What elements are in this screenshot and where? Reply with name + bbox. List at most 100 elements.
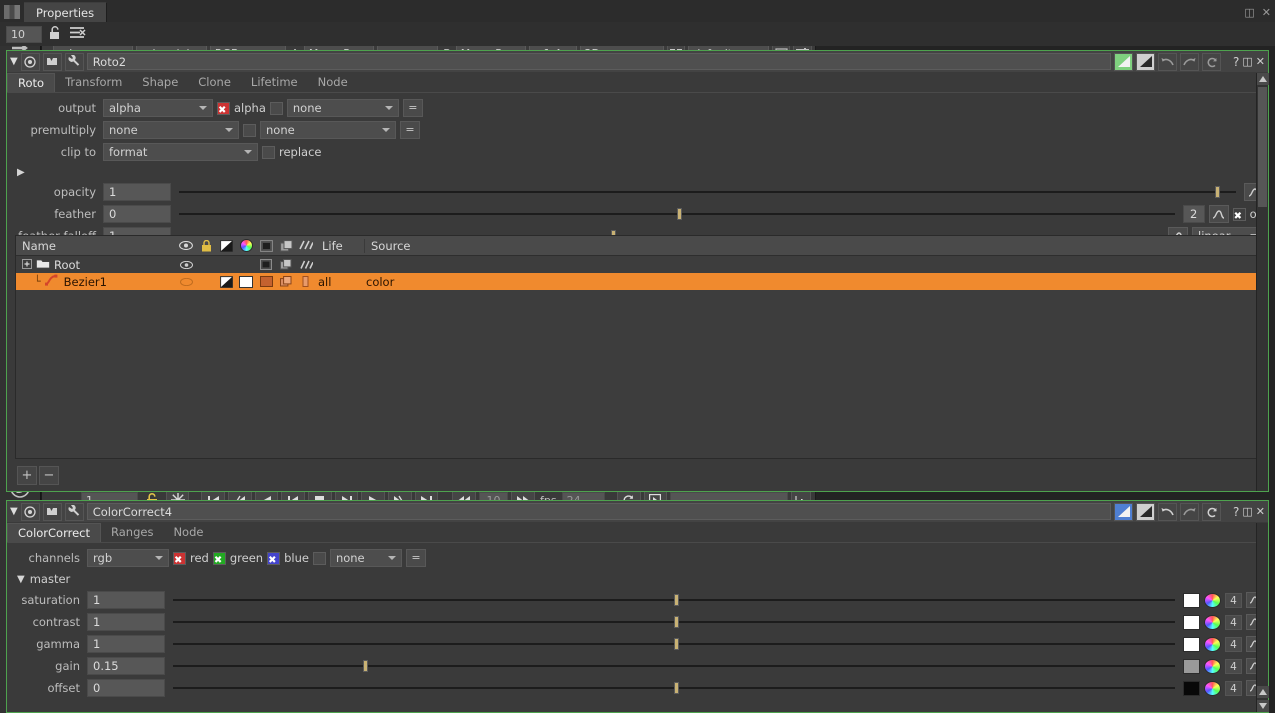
feather-slider[interactable] — [179, 207, 1175, 221]
premultiply-checkbox[interactable] — [243, 124, 256, 137]
tab-lifetime[interactable]: Lifetime — [241, 73, 308, 92]
tab-transform[interactable]: Transform — [55, 73, 132, 92]
undo-icon[interactable] — [1158, 53, 1177, 71]
expand-arrow-icon[interactable]: ▼ — [10, 56, 18, 67]
undo-icon[interactable] — [1158, 503, 1177, 521]
close-icon[interactable]: ✕ — [1262, 6, 1271, 19]
channels-selector[interactable]: rgb — [87, 549, 169, 567]
mask-icon[interactable] — [43, 503, 62, 521]
saturation-field[interactable]: 1 — [87, 591, 165, 609]
offset-slider[interactable] — [173, 681, 1175, 695]
tab-node[interactable]: Node — [308, 73, 358, 92]
mask-icon[interactable] — [43, 53, 62, 71]
blue-checkbox[interactable]: ✖ — [267, 552, 280, 565]
opacity-slider[interactable] — [179, 185, 1236, 199]
add-layer-button[interactable]: + — [17, 466, 37, 485]
output-alpha-checkbox[interactable]: ✖ — [217, 102, 230, 115]
output-expression-button[interactable]: = — [403, 99, 423, 117]
alpha-checkbox[interactable] — [313, 552, 326, 565]
gamma-color-wheel-icon[interactable] — [1204, 637, 1221, 652]
gamma-channel-count[interactable]: 4 — [1225, 637, 1242, 652]
opacity-field[interactable]: 1 — [103, 183, 171, 201]
offset-color-swatch[interactable] — [1183, 681, 1200, 696]
output-extra-checkbox[interactable] — [270, 102, 283, 115]
float-icon[interactable]: ◫ — [1242, 505, 1252, 518]
gain-color-swatch[interactable] — [1183, 659, 1200, 674]
contrast-channel-count[interactable]: 4 — [1225, 615, 1242, 630]
row-clone-icon[interactable] — [276, 259, 296, 270]
scroll-up-arrow-icon[interactable] — [1257, 686, 1269, 698]
tab-shape[interactable]: Shape — [132, 73, 188, 92]
clipto-selector[interactable]: format — [103, 143, 258, 161]
column-mask-icon[interactable] — [216, 240, 236, 252]
revert-icon[interactable] — [1202, 503, 1221, 521]
node-name-field[interactable]: ColorCorrect4 — [87, 503, 1111, 520]
saturation-slider[interactable] — [173, 593, 1175, 607]
column-color-wheel-icon[interactable] — [236, 239, 256, 252]
color-picker-icon[interactable] — [21, 53, 40, 71]
remove-layer-button[interactable]: − — [39, 466, 59, 485]
premultiply-selector[interactable]: none — [103, 121, 239, 139]
collapse-arrow-icon[interactable]: ▼ — [17, 574, 25, 585]
red-checkbox[interactable]: ✖ — [173, 552, 186, 565]
gamma-slider[interactable] — [173, 637, 1175, 651]
gain-field[interactable]: 0.15 — [87, 657, 165, 675]
tab-node[interactable]: Node — [163, 523, 213, 542]
feather-animation-button[interactable] — [1209, 205, 1229, 223]
column-motionblur-icon[interactable] — [296, 240, 316, 251]
node-name-field[interactable]: Roto2 — [87, 53, 1111, 70]
feather-on-checkbox[interactable]: ✖ — [1233, 208, 1246, 221]
contrast-field[interactable]: 1 — [87, 613, 165, 631]
offset-channel-count[interactable]: 4 — [1225, 681, 1242, 696]
gamma-field[interactable]: 1 — [87, 635, 165, 653]
float-icon[interactable]: ◫ — [1244, 6, 1254, 19]
gain-color-wheel-icon[interactable] — [1204, 659, 1221, 674]
row-blend-icon[interactable] — [256, 259, 276, 270]
expand-arrow-icon[interactable]: ▼ — [10, 506, 18, 517]
row-motionblur-icon[interactable] — [296, 276, 316, 287]
scroll-up-arrow-icon[interactable] — [1257, 73, 1269, 85]
redo-icon[interactable] — [1180, 53, 1199, 71]
column-blend-icon[interactable] — [256, 240, 276, 252]
row-motionblur-icon[interactable] — [296, 260, 316, 270]
saturation-color-wheel-icon[interactable] — [1204, 593, 1221, 608]
gain-channel-count[interactable]: 4 — [1225, 659, 1242, 674]
properties-scrollbar[interactable] — [1256, 73, 1268, 491]
feather-count-field[interactable]: 2 — [1183, 205, 1205, 223]
row-mask-icon[interactable] — [216, 276, 236, 288]
green-checkbox[interactable]: ✖ — [213, 552, 226, 565]
row-blend-swatch[interactable] — [256, 276, 276, 287]
channels-mask-selector[interactable]: none — [330, 549, 402, 567]
revert-icon[interactable] — [1202, 53, 1221, 71]
close-icon[interactable]: ✕ — [1256, 55, 1265, 68]
disable-icon[interactable] — [1136, 503, 1155, 521]
premultiply-expression-button[interactable]: = — [400, 121, 420, 139]
column-lock-icon[interactable] — [196, 240, 216, 252]
enable-icon[interactable] — [1114, 53, 1133, 71]
premultiply-mask-selector[interactable]: none — [260, 121, 396, 139]
tab-ranges[interactable]: Ranges — [101, 523, 163, 542]
colorcorrect-scrollbar[interactable] — [1256, 523, 1268, 712]
column-eye-icon[interactable] — [176, 241, 196, 250]
wrench-icon[interactable] — [65, 53, 84, 71]
disable-icon[interactable] — [1136, 53, 1155, 71]
tab-colorcorrect[interactable]: ColorCorrect — [7, 523, 101, 542]
redo-icon[interactable] — [1180, 503, 1199, 521]
table-row-root[interactable]: Root — [16, 256, 1259, 273]
close-icon[interactable]: ✕ — [1256, 505, 1265, 518]
panel-grip-icon[interactable] — [4, 5, 20, 19]
scroll-down-arrow-icon[interactable] — [1257, 700, 1269, 712]
output-mask-selector[interactable]: none — [287, 99, 399, 117]
expand-arrow-icon[interactable]: ▶ — [17, 167, 25, 178]
offset-field[interactable]: 0 — [87, 679, 165, 697]
output-selector[interactable]: alpha — [103, 99, 213, 117]
tree-expander-icon[interactable] — [22, 258, 32, 272]
gain-slider[interactable] — [173, 659, 1175, 673]
roto-layer-table[interactable]: Name — [15, 235, 1260, 459]
channels-expression-button[interactable]: = — [406, 549, 426, 567]
clear-all-icon[interactable] — [70, 26, 86, 42]
tab-properties[interactable]: Properties — [24, 2, 107, 22]
replace-checkbox[interactable] — [262, 146, 275, 159]
help-icon[interactable]: ? — [1233, 505, 1239, 519]
table-row-bezier1[interactable]: └ Bezier1 — [16, 273, 1259, 290]
